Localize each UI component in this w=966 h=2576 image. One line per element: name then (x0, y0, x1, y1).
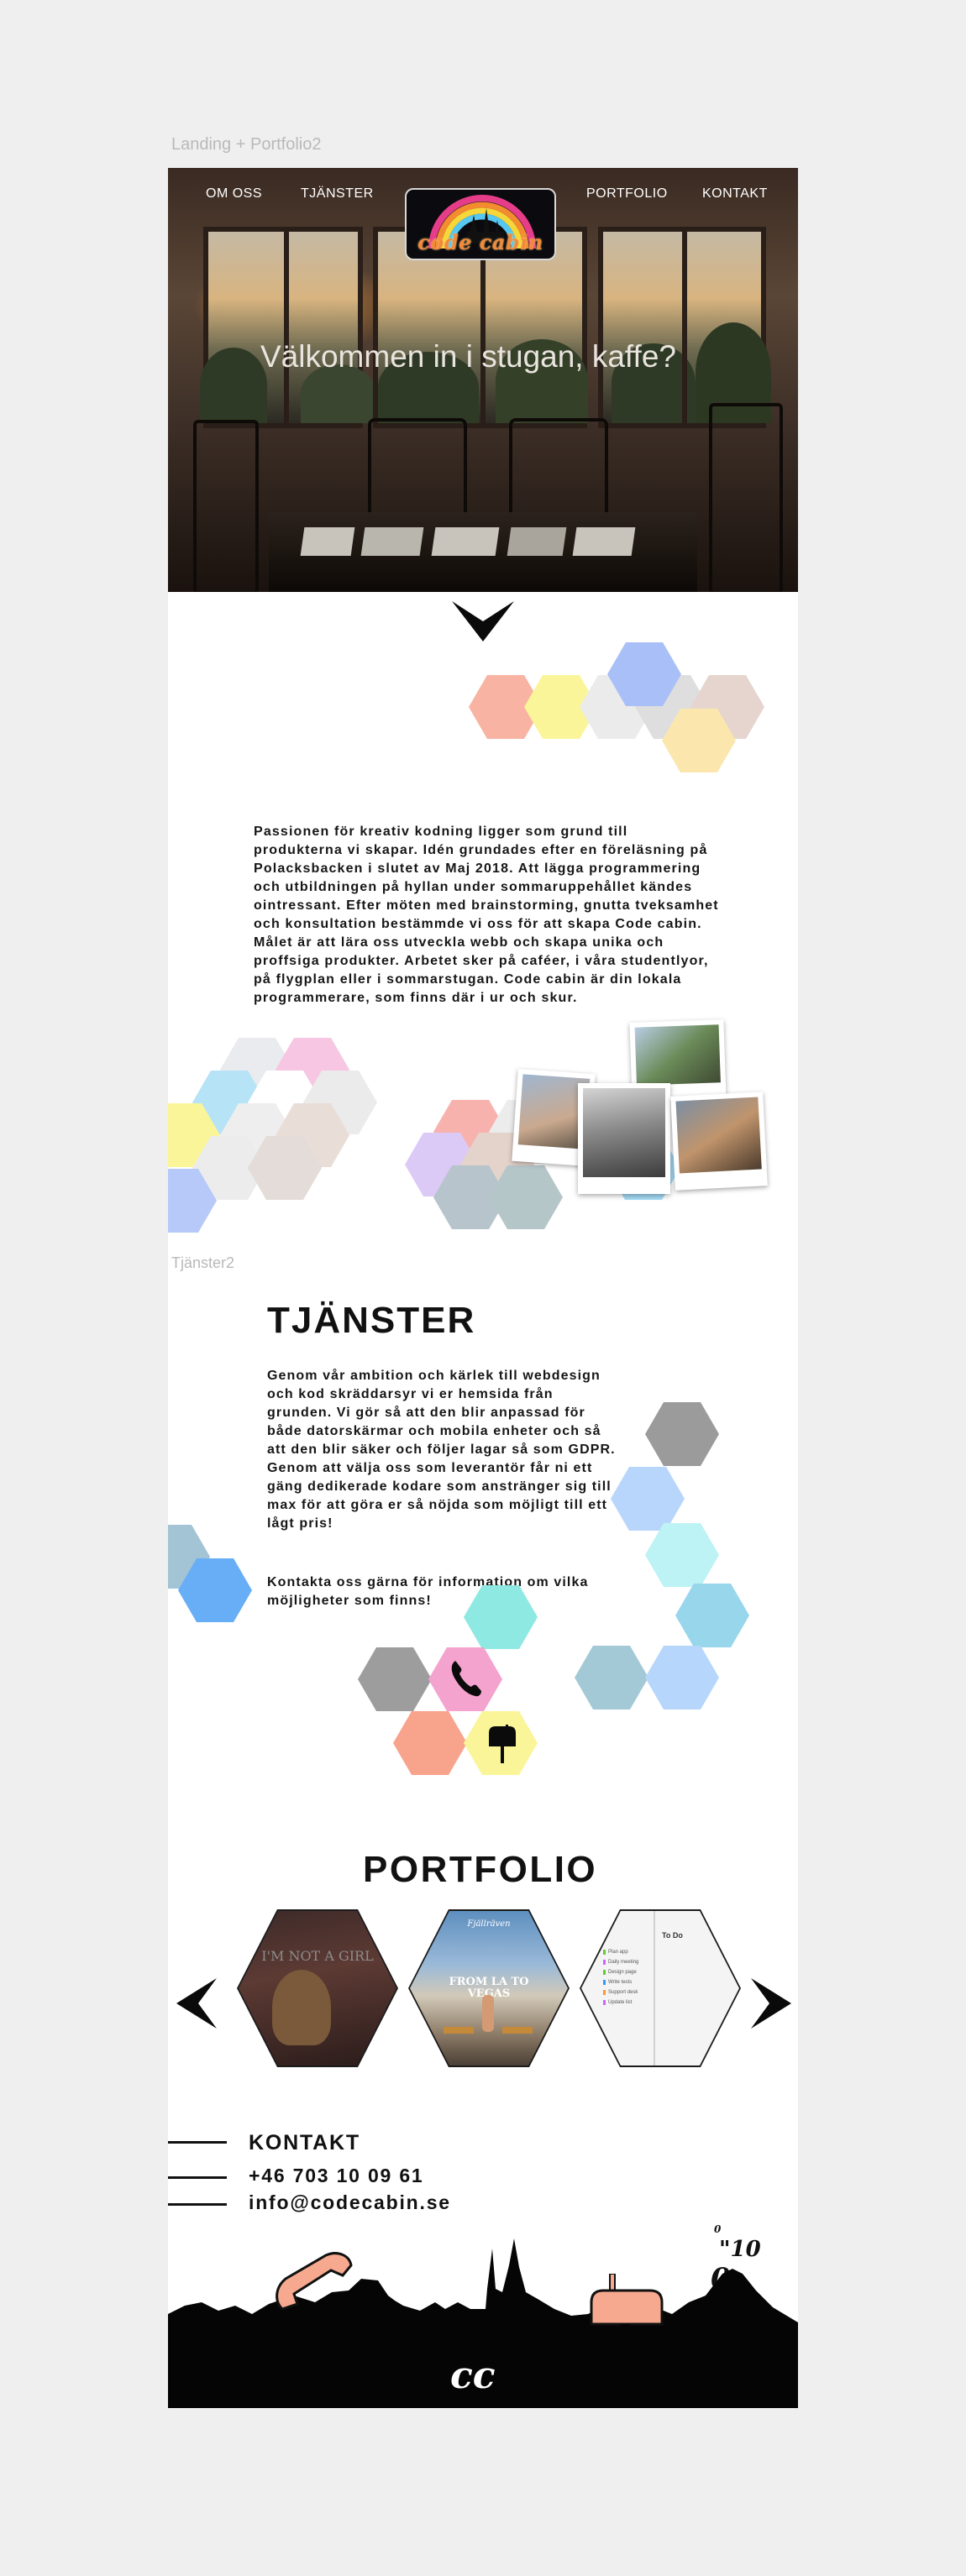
divider-line (168, 2141, 227, 2144)
decor-hex (358, 1647, 432, 1711)
nav-portfolio[interactable]: PORTFOLIO (586, 186, 668, 202)
team-photo (670, 1092, 768, 1191)
carousel-prev-arrow-icon[interactable] (175, 1977, 218, 2030)
nav-about[interactable]: OM OSS (206, 186, 262, 202)
portfolio-item[interactable]: I'M NOT A GIRL (239, 1911, 396, 2066)
artboard-label-landing: Landing + Portfolio2 (171, 135, 322, 154)
divider-line (168, 2203, 227, 2206)
contact-email[interactable]: info@codecabin.se (249, 2191, 451, 2214)
portfolio-item-brand: Fjällräven (467, 1919, 511, 1929)
hero-section: OM OSS TJÄNSTER PORTFOLIO KONTAKT code c… (168, 168, 798, 592)
chair-far-right (709, 403, 783, 592)
scroll-down-chevron-icon[interactable] (450, 598, 516, 645)
decor-hex (393, 1711, 467, 1775)
code-cabin-logo[interactable]: code cabin (405, 188, 556, 260)
about-text: Passionen för kreativ kodning ligger som… (254, 825, 719, 1005)
services-text: Genom vår ambition och kärlek till webde… (267, 1369, 616, 1531)
portfolio-item[interactable]: Fjällräven FROM LA TO VEGAS (410, 1911, 568, 2066)
decor-hex (645, 1402, 719, 1466)
landing-artboard: OM OSS TJÄNSTER PORTFOLIO KONTAKT code c… (168, 168, 798, 2408)
decor-hex (675, 1584, 749, 1647)
logo-text: code cabin (417, 230, 543, 254)
nav-services[interactable]: TJÄNSTER (301, 186, 374, 202)
todo-list: Plan app Daily meeting Design page Write… (603, 1950, 721, 2010)
nav-contact[interactable]: KONTAKT (702, 186, 768, 202)
salmon-phone-icon (276, 2252, 353, 2311)
portfolio-title: PORTFOLIO (363, 1849, 598, 1890)
services-title: TJÄNSTER (267, 1300, 476, 1341)
window-right (598, 227, 771, 428)
hero-title: Välkommen in i stugan, kaffe? (260, 339, 676, 374)
team-photo (578, 1083, 670, 1194)
carousel-next-arrow-icon[interactable] (749, 1977, 793, 2030)
chair-right (509, 418, 608, 517)
decor-hex (575, 1646, 648, 1709)
portfolio-item-label: To Do (662, 1931, 683, 1940)
contact-title: KONTAKT (249, 2131, 360, 2155)
services-contact-text: Kontakta oss gärna för information om vi… (267, 1575, 589, 1608)
portfolio-item-label: I'M NOT A GIRL (261, 1948, 374, 1964)
contact-phone[interactable]: +46 703 10 09 61 (249, 2165, 424, 2187)
decor-hex (611, 1467, 685, 1531)
mailbox-icon (489, 1725, 516, 1763)
decor-hex (645, 1646, 719, 1709)
chair-far-left (193, 420, 259, 592)
salmon-mailbox-icon (590, 2274, 664, 2358)
phone-icon (451, 1661, 481, 1697)
artboard-label-services: Tjänster2 (171, 1254, 235, 1271)
portfolio-item[interactable]: To Do Plan app Daily meeting Design page… (581, 1911, 739, 2066)
chair-left (368, 418, 467, 517)
footer-logo[interactable]: cc (450, 2354, 496, 2397)
window-left (200, 227, 376, 428)
decor-hex (645, 1523, 719, 1587)
divider-line (168, 2176, 227, 2179)
